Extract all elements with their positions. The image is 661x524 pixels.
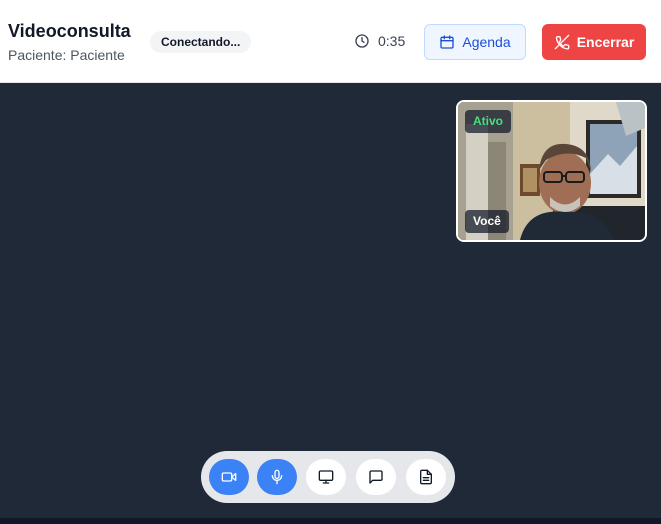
self-video-preview[interactable]: Ativo Você bbox=[456, 100, 647, 242]
notes-button[interactable] bbox=[406, 459, 446, 495]
status-badge: Conectando... bbox=[150, 31, 252, 53]
chat-icon bbox=[369, 470, 383, 484]
clock-icon bbox=[355, 34, 369, 48]
call-controls-bar bbox=[201, 451, 455, 503]
agenda-button-label: Agenda bbox=[462, 34, 511, 50]
timer-value: 0:35 bbox=[378, 33, 406, 49]
agenda-button[interactable]: Agenda bbox=[424, 24, 526, 60]
page-title: Videoconsulta bbox=[8, 21, 131, 41]
chat-button[interactable] bbox=[356, 459, 396, 495]
monitor-icon bbox=[318, 470, 334, 484]
self-label: Você bbox=[465, 210, 509, 233]
screen-share-button[interactable] bbox=[306, 459, 346, 495]
call-header: Videoconsulta Paciente: Paciente Conecta… bbox=[0, 0, 661, 83]
end-call-label: Encerrar bbox=[576, 34, 635, 50]
mic-icon bbox=[271, 469, 283, 485]
calendar-icon bbox=[440, 35, 455, 49]
end-call-button[interactable]: Encerrar bbox=[542, 24, 646, 60]
patient-name: Paciente: Paciente bbox=[8, 47, 125, 63]
active-status-label: Ativo bbox=[465, 110, 511, 133]
document-icon bbox=[420, 469, 432, 485]
video-icon bbox=[221, 472, 237, 482]
bottom-edge bbox=[0, 518, 661, 524]
call-timer: 0:35 bbox=[354, 33, 405, 49]
toggle-mic-button[interactable] bbox=[257, 459, 297, 495]
toggle-camera-button[interactable] bbox=[209, 459, 249, 495]
phone-off-icon bbox=[554, 34, 570, 50]
